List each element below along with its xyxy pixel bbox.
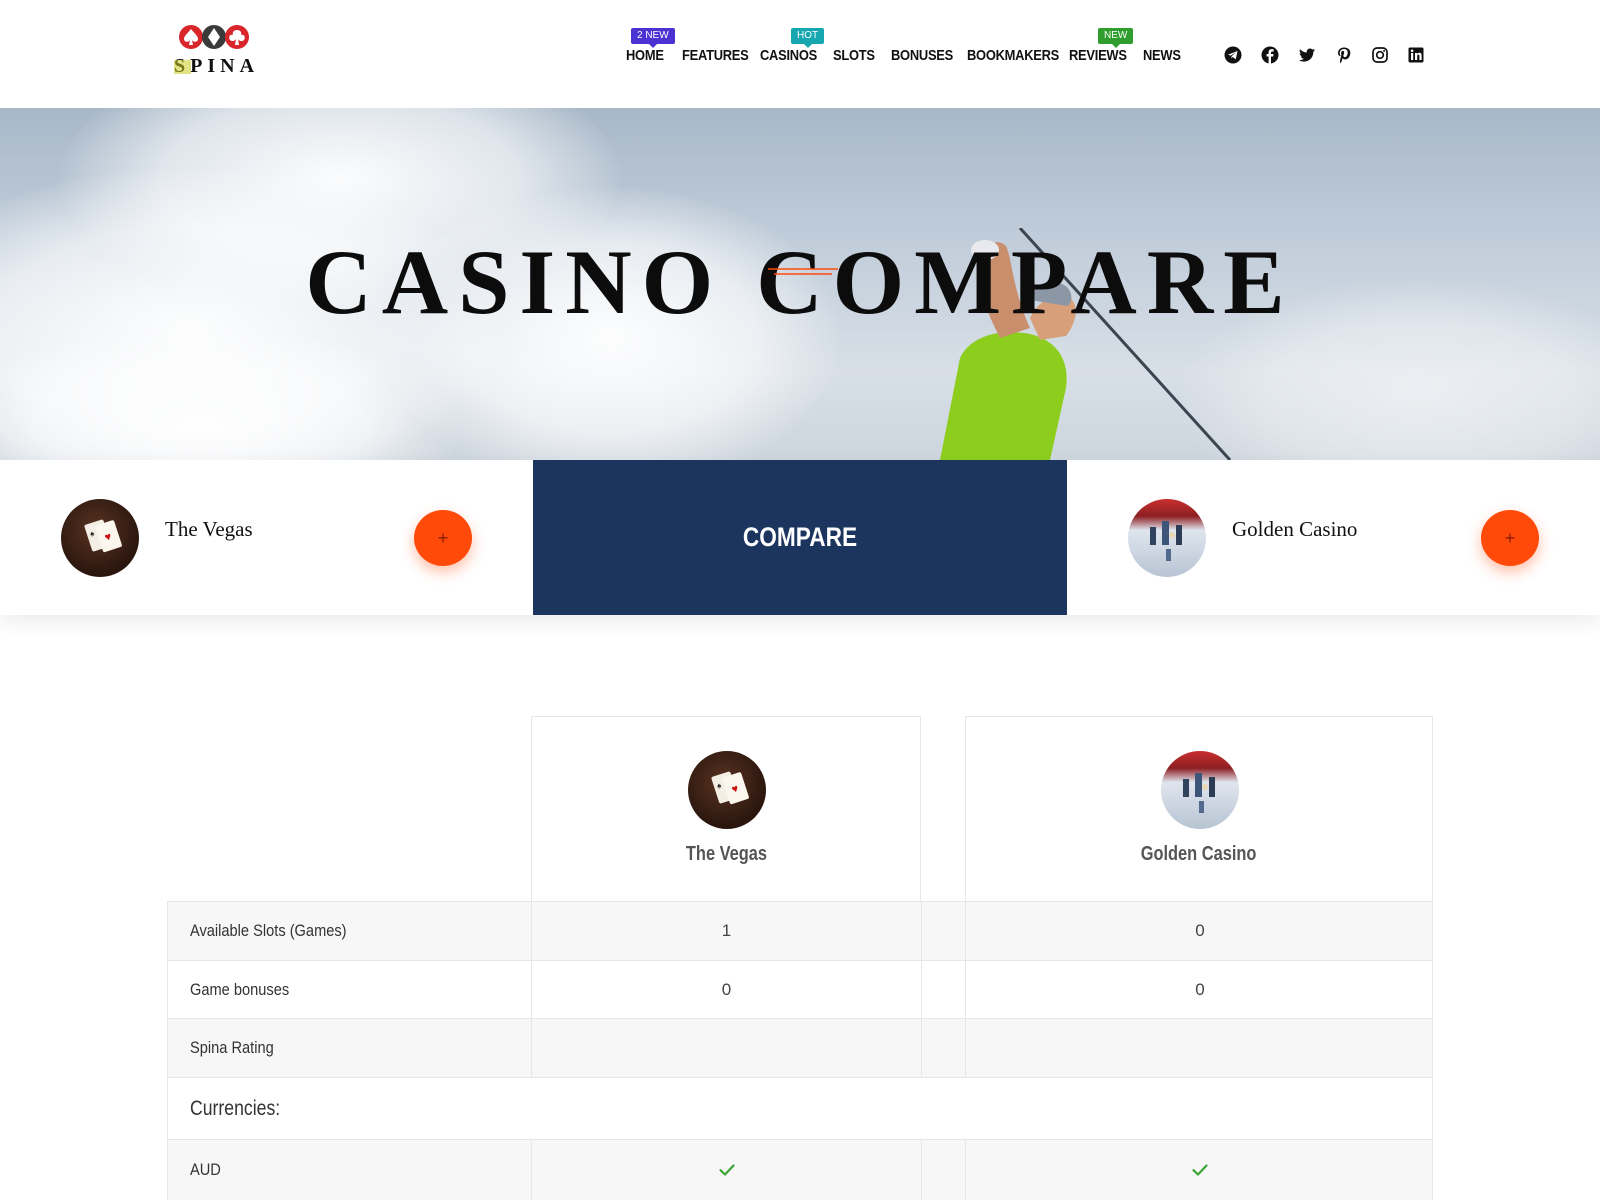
nav-slots[interactable]: SLOTS [833, 47, 875, 64]
instagram-icon[interactable] [1371, 46, 1389, 64]
compare-right-name: Golden Casino [1232, 517, 1358, 541]
column-gap [922, 902, 966, 960]
nav-features[interactable]: FEATURES [682, 47, 749, 64]
row-label: AUD [168, 1140, 532, 1200]
table-row: AUD [167, 1139, 1433, 1200]
nav-casinos[interactable]: CASINOS [760, 47, 817, 64]
site-header: SPINA 2 NEW HOT NEW HOME FEATURES CASINO… [0, 0, 1600, 108]
check-icon [718, 1164, 735, 1176]
nav-news[interactable]: NEWS [1143, 47, 1181, 64]
row-label: Game bonuses [168, 961, 532, 1018]
compare-slot-right: Golden Casino + [1067, 460, 1600, 615]
row-value-the-vegas [532, 1140, 922, 1200]
row-value-golden-casino: 0 [1195, 921, 1205, 940]
column-title-text: Golden Casino [1141, 843, 1257, 865]
reviews-new-badge: NEW [1098, 28, 1134, 48]
golden-casino-avatar [1161, 751, 1239, 829]
title-accent-lines [768, 268, 838, 275]
casinos-hot-badge: HOT [791, 28, 825, 48]
linkedin-icon[interactable] [1407, 46, 1425, 64]
table-section-row: Currencies: [167, 1077, 1433, 1139]
column-title-text: The Vegas [685, 843, 767, 865]
compare-left-name: The Vegas [165, 517, 253, 541]
twitter-icon[interactable] [1298, 46, 1316, 64]
compare-button[interactable]: COMPARE [533, 460, 1067, 615]
nav-home[interactable]: HOME [626, 47, 664, 64]
check-icon [1192, 1164, 1208, 1176]
telegram-icon[interactable] [1224, 46, 1242, 64]
column-header-the-vegas: ♥ ♠ The Vegas [531, 716, 921, 901]
table-row: Available Slots (Games) 1 0 [167, 901, 1433, 960]
hero-banner: CASINO COMPARE [0, 108, 1600, 460]
row-value-the-vegas: 1 [532, 902, 922, 960]
column-gap [922, 961, 966, 1018]
row-label: Available Slots (Games) [168, 902, 532, 960]
nav-bookmakers[interactable]: BOOKMAKERS [967, 47, 1059, 64]
column-gap [922, 1019, 966, 1077]
nav-bonuses[interactable]: BONUSES [891, 47, 953, 64]
pinterest-icon[interactable] [1335, 46, 1353, 64]
the-vegas-avatar: ♥ ♠ [61, 499, 139, 577]
column-gap [922, 1140, 966, 1200]
row-value-golden-casino [966, 1140, 1434, 1200]
table-row: Spina Rating [167, 1018, 1433, 1077]
compare-slot-left: ♥ ♠ The Vegas + [0, 460, 533, 615]
home-new-badge: 2 NEW [631, 28, 675, 48]
add-casino-right-button[interactable]: + [1481, 510, 1539, 566]
row-label: Spina Rating [168, 1019, 532, 1077]
column-title-golden-casino: Golden Casino [966, 843, 1432, 866]
page-title: CASINO COMPARE [305, 231, 1295, 333]
compare-button-label: COMPARE [742, 522, 858, 552]
row-value-the-vegas: 0 [532, 961, 922, 1018]
the-vegas-avatar: ♥ ♠ [688, 751, 766, 829]
spina-logo[interactable]: SPINA [174, 22, 299, 78]
currencies-heading: Currencies: [190, 1096, 281, 1120]
row-value-the-vegas [532, 1019, 922, 1077]
row-value-golden-casino: 0 [1195, 979, 1205, 999]
compare-bar: ♥ ♠ The Vegas + COMPARE Golden Casino + [0, 460, 1600, 615]
row-value-golden-casino [966, 1019, 1434, 1077]
facebook-icon[interactable] [1261, 46, 1279, 64]
column-header-golden-casino: Golden Casino [965, 716, 1433, 901]
golden-casino-avatar [1128, 499, 1206, 577]
column-title-the-vegas: The Vegas [532, 843, 920, 866]
table-row: Game bonuses 0 0 [167, 960, 1433, 1018]
add-casino-left-button[interactable]: + [414, 510, 472, 566]
nav-reviews[interactable]: REVIEWS [1069, 47, 1127, 64]
